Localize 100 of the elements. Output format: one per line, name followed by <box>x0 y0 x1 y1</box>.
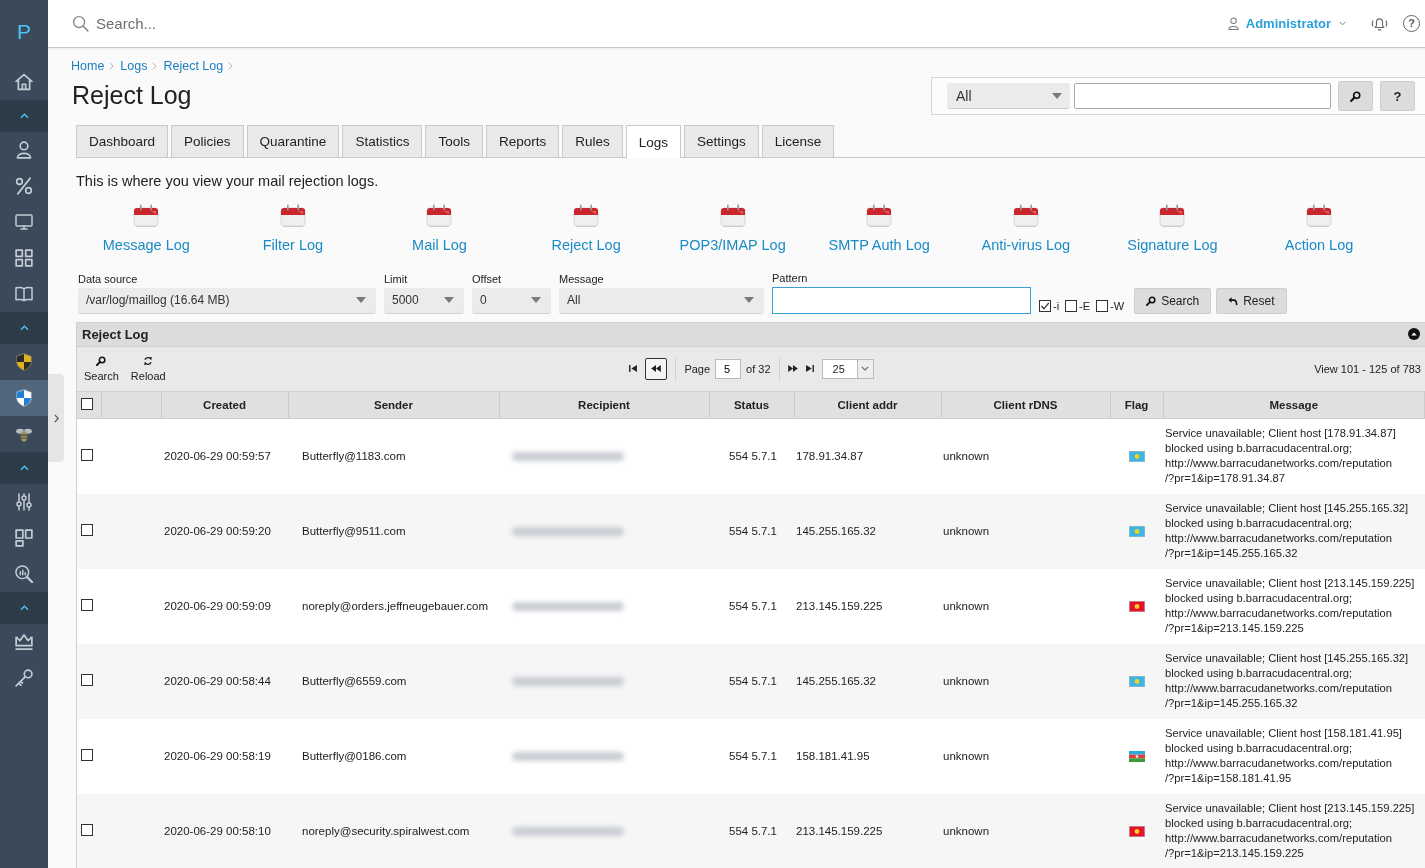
message-dropdown[interactable]: All <box>559 287 764 314</box>
log-link[interactable]: Reject Log <box>551 204 621 253</box>
table-cell: Service unavailable; Client host [213.145.159.225] blocked using b.barracudacentral.org; http://www.barracudanetworks.com/reputation /?pr=1&ip=213.145.159.225 <box>1163 568 1425 644</box>
tab[interactable]: Rules <box>562 125 623 157</box>
chevron-right-icon <box>109 62 115 70</box>
checkbox[interactable] <box>81 397 93 410</box>
collapse-icon[interactable] <box>1408 328 1420 340</box>
column-header[interactable]: Message <box>1163 391 1425 418</box>
tab[interactable]: Dashboard <box>76 125 169 157</box>
page-size-dropdown[interactable]: 25 <box>821 358 874 379</box>
log-link[interactable]: Signature Log <box>1127 204 1218 253</box>
checkbox[interactable] <box>81 674 93 686</box>
column-header[interactable]: Recipient <box>499 391 709 418</box>
log-link[interactable]: Message Log <box>102 204 190 253</box>
breadcrumb-link[interactable]: Logs <box>120 59 148 73</box>
log-link[interactable]: Mail Log <box>412 204 467 253</box>
page-description: This is where you view your mail rejection logs. <box>76 173 380 189</box>
search-button[interactable] <box>1338 81 1374 111</box>
tab[interactable]: Policies <box>171 125 244 157</box>
logo[interactable]: P <box>0 0 48 64</box>
double-triangle-right-icon[interactable] <box>787 365 798 372</box>
log-link[interactable]: SMTP Auth Log <box>828 204 930 253</box>
checkmark-icon <box>1040 300 1050 311</box>
tab[interactable]: Statistics <box>342 125 423 157</box>
breadcrumb-link[interactable]: Home <box>71 59 105 73</box>
checkbox[interactable] <box>81 824 93 836</box>
log-link[interactable]: Anti-virus Log <box>981 204 1071 253</box>
checkbox[interactable] <box>1096 299 1109 312</box>
section-toggle[interactable] <box>0 452 48 484</box>
search-icon <box>1350 90 1362 102</box>
column-header[interactable]: Status <box>709 391 794 418</box>
caret-down-icon <box>356 297 366 303</box>
scope-dropdown[interactable]: All <box>947 83 1070 109</box>
offset-dropdown[interactable]: 0 <box>472 287 551 314</box>
shield-icon <box>15 353 33 371</box>
table-cell: Service unavailable; Client host [145.255.165.32] blocked using b.barracudacentral.org; http://www.barracudanetworks.com/reputation /?pr=1&ip=145.255.165.32 <box>1163 493 1425 569</box>
bell-icon[interactable] <box>1370 15 1389 32</box>
column-header[interactable]: Created <box>161 391 288 418</box>
skip-to-start-icon[interactable] <box>629 365 638 372</box>
checkbox[interactable] <box>1065 299 1078 312</box>
percent-icon <box>15 177 33 195</box>
checkbox[interactable] <box>81 449 93 461</box>
chevron-right-icon <box>228 62 234 70</box>
skip-to-end-icon[interactable] <box>805 365 814 372</box>
tab[interactable]: Settings <box>684 125 759 157</box>
quick-search-field[interactable] <box>1073 83 1332 109</box>
log-link[interactable]: Filter Log <box>262 204 324 253</box>
log-link[interactable]: POP3/IMAP Log <box>679 204 786 253</box>
checkbox[interactable] <box>81 599 93 611</box>
sidebar-item[interactable] <box>0 380 48 416</box>
section-toggle[interactable] <box>0 592 48 624</box>
search-icon <box>1146 295 1157 306</box>
table-cell: 554 5.7.1 <box>709 418 794 494</box>
table-cell: 158.181.41.95 <box>794 718 941 794</box>
log-link[interactable]: Action Log <box>1284 204 1354 253</box>
column-header[interactable]: Client addr <box>794 391 941 418</box>
table-cell: Service unavailable; Client host [158.181.41.95] blocked using b.barracudacentral.org; http://www.barracudanetworks.com/reputation /?pr=1&ip=158.181.41.95 <box>1163 718 1425 794</box>
section-toggle[interactable] <box>0 100 48 132</box>
tab[interactable]: License <box>761 125 835 157</box>
crown-icon <box>15 633 33 651</box>
help-button[interactable]: ? <box>1403 15 1420 32</box>
panel-title: Reject Log <box>82 326 149 342</box>
search-field[interactable]: Search... <box>96 13 476 34</box>
help-button[interactable]: ? <box>1380 81 1415 111</box>
tab[interactable]: Logs <box>625 125 681 158</box>
calendar-icon <box>426 204 453 228</box>
column-header[interactable]: Client rDNS <box>941 391 1110 418</box>
checkbox[interactable] <box>1039 299 1051 312</box>
table-cell: 178.91.34.87 <box>794 418 941 494</box>
table-cell: 2020-06-29 00:58:19 <box>161 718 288 794</box>
tab[interactable]: Tools <box>425 125 483 157</box>
home-icon <box>15 73 33 91</box>
table-cell: 554 5.7.1 <box>709 568 794 644</box>
caret-down-icon <box>444 297 454 303</box>
search-button[interactable]: Search <box>1134 287 1212 314</box>
reload-button[interactable]: Reload <box>128 355 168 382</box>
dropdown-toggle[interactable] <box>856 359 873 378</box>
table-cell: 554 5.7.1 <box>709 793 794 868</box>
section-toggle[interactable] <box>0 312 48 344</box>
checkbox[interactable] <box>81 749 93 761</box>
page-field[interactable]: 5 <box>715 358 742 379</box>
previous-page-button[interactable] <box>645 357 668 380</box>
checkbox[interactable] <box>81 524 93 536</box>
pattern-field[interactable] <box>772 286 1031 314</box>
data-source-dropdown[interactable]: /var/log/maillog (16.64 MB) <box>78 287 376 314</box>
layout-icon <box>15 529 33 547</box>
sidebar-expand-handle[interactable] <box>48 374 64 462</box>
limit-dropdown[interactable]: 5000 <box>384 287 464 314</box>
chevron-right-icon <box>152 62 158 70</box>
caret-up-icon <box>19 325 29 331</box>
tab[interactable]: Quarantine <box>246 125 340 157</box>
search-button[interactable]: Search <box>82 355 121 382</box>
checkbox-label: -W <box>1110 299 1125 312</box>
column-header[interactable]: Flag <box>1110 391 1163 418</box>
reset-button[interactable]: Reset <box>1216 287 1287 314</box>
breadcrumb-link[interactable]: Reject Log <box>163 59 224 73</box>
tab[interactable]: Reports <box>485 125 560 157</box>
table-cell: noreply@security.spiralwest.com <box>288 793 499 868</box>
checkbox-label: -E <box>1079 299 1091 312</box>
column-header[interactable]: Sender <box>288 391 499 418</box>
